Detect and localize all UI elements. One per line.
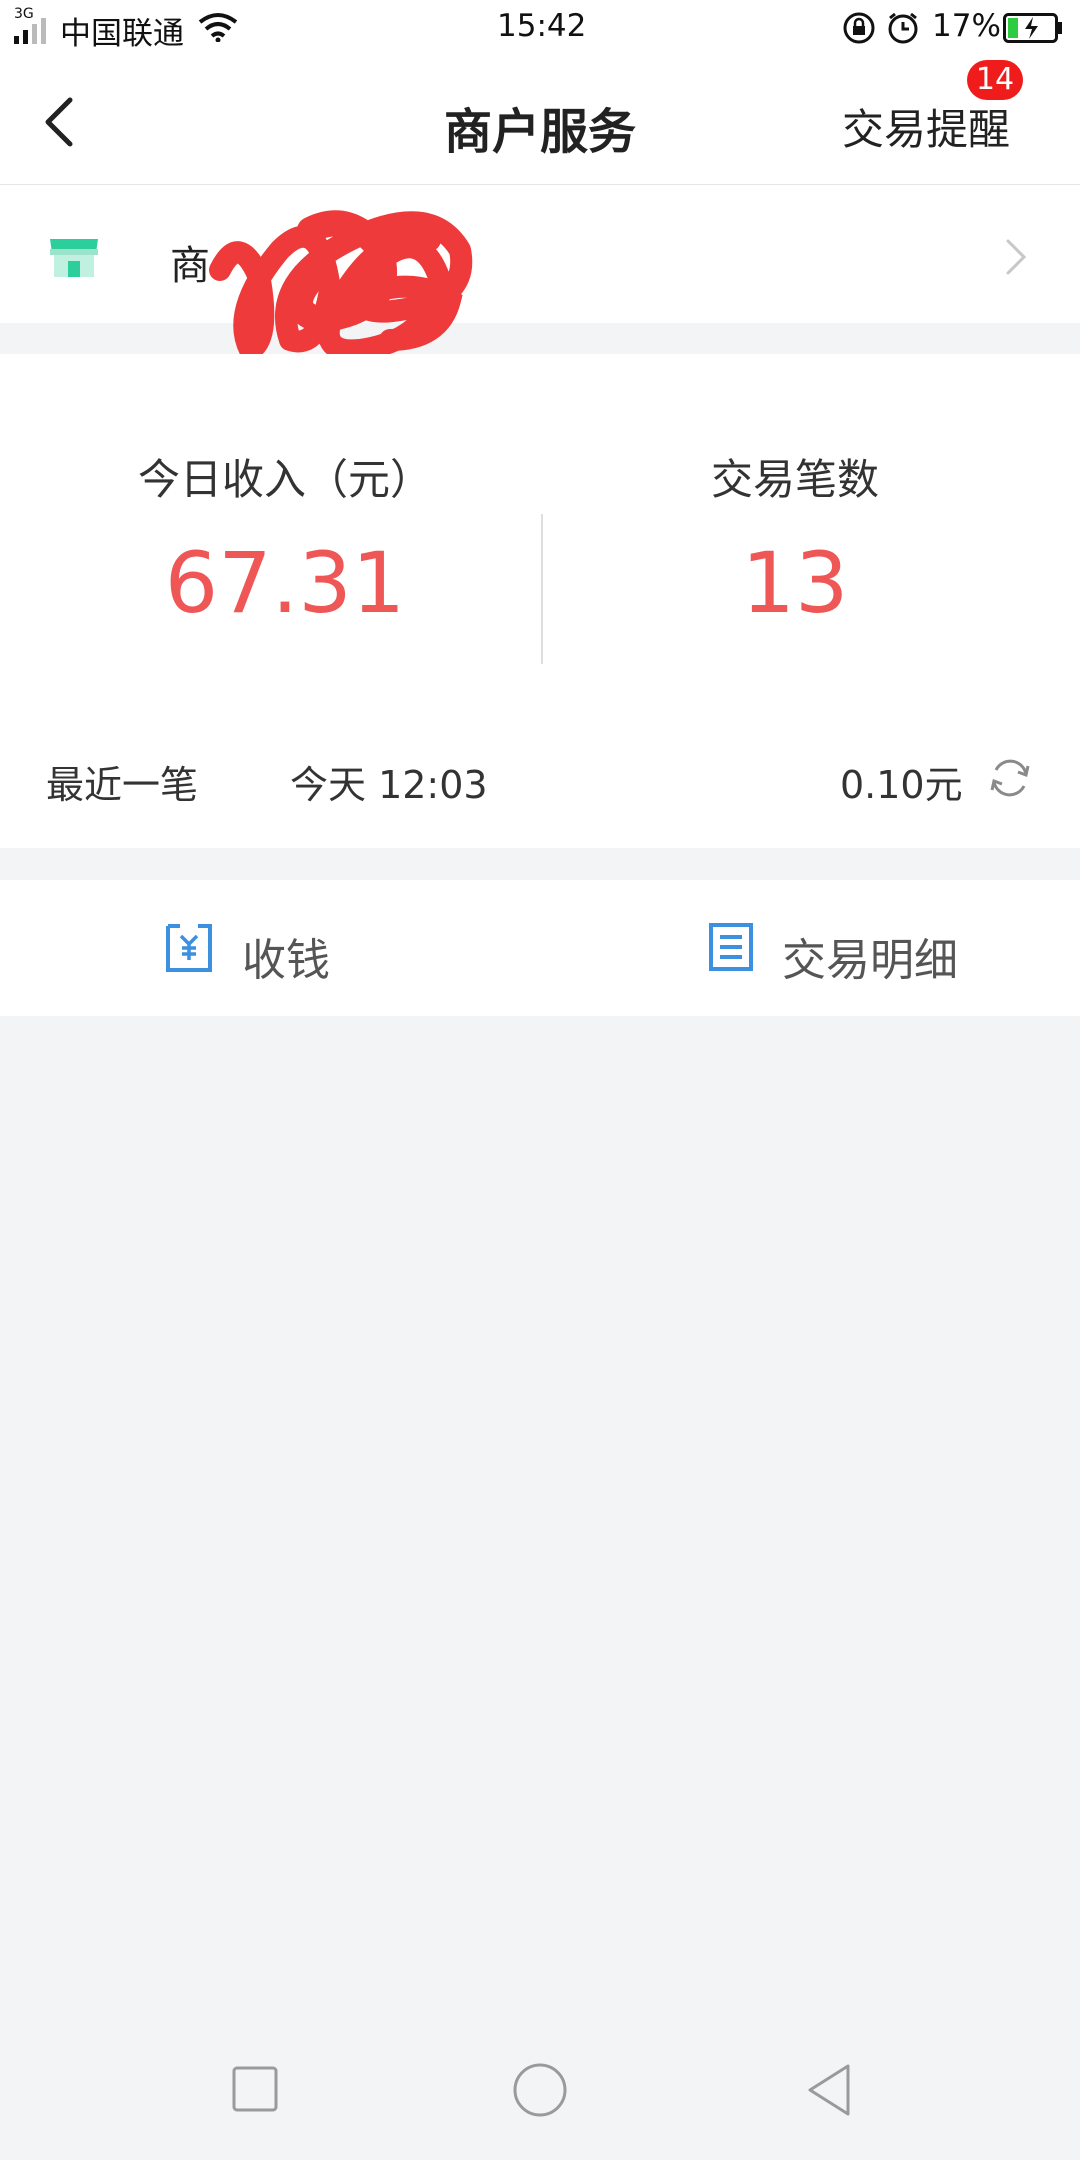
nav-bar: 商户服务 交易提醒 xyxy=(0,56,1080,185)
recent-time: 今天 12:03 xyxy=(290,763,488,807)
recent-apps-icon[interactable] xyxy=(232,2066,278,2112)
transaction-count-label: 交易笔数 xyxy=(710,455,879,504)
collect-money-label: 收钱 xyxy=(242,935,330,986)
transaction-alert-button[interactable]: 交易提醒 xyxy=(842,96,1010,157)
chevron-right-icon xyxy=(1006,239,1027,275)
income-value: 67.31 xyxy=(164,534,406,632)
home-icon[interactable] xyxy=(512,2062,568,2118)
recent-amount: 0.10元 xyxy=(840,763,963,807)
stats-divider xyxy=(541,514,543,664)
merchant-row[interactable]: 商 xyxy=(0,185,1080,323)
back-icon[interactable] xyxy=(804,2062,854,2118)
carrier-name: 中国联通 xyxy=(60,16,184,52)
collect-money-button[interactable]: 收钱 xyxy=(160,880,520,1016)
income-label: 今日收入（元） xyxy=(137,455,432,504)
signal-icon xyxy=(14,18,46,44)
actions-row: 收钱 交易明细 xyxy=(0,880,1080,1016)
rotation-lock-icon xyxy=(843,12,875,44)
store-icon xyxy=(50,239,98,277)
transaction-details-button[interactable]: 交易明细 xyxy=(700,880,1020,1016)
receipt-yuan-icon xyxy=(166,924,212,972)
battery-percent: 17% xyxy=(932,8,1001,44)
recent-label: 最近一笔 xyxy=(46,763,199,807)
wifi-icon xyxy=(198,13,238,42)
refresh-icon[interactable] xyxy=(986,754,1034,802)
clock: 15:42 xyxy=(497,8,587,44)
alarm-icon xyxy=(888,12,918,44)
list-document-icon xyxy=(709,923,753,971)
status-bar: 3G 中国联通 15:42 17% xyxy=(0,0,1080,56)
transaction-details-label: 交易明细 xyxy=(782,935,958,986)
system-nav-bar xyxy=(0,2016,1080,2160)
redaction-scribble xyxy=(209,210,473,362)
stats-card: 今日收入（元） 67.31 交易笔数 13 最近一笔 今天 12:03 0.10… xyxy=(0,354,1080,848)
notification-badge: 14 xyxy=(967,60,1023,100)
transaction-count-value: 13 xyxy=(741,534,849,632)
battery-icon xyxy=(1003,13,1062,43)
